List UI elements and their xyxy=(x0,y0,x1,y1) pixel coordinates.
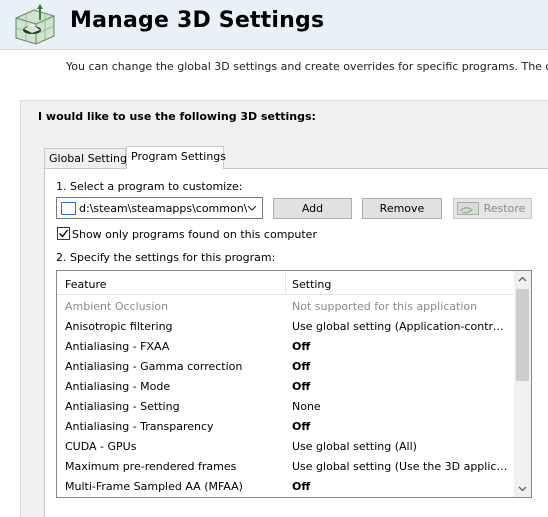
program-dropdown[interactable]: d:\steam\steamapps\common\s... xyxy=(56,197,263,219)
add-button[interactable]: Add xyxy=(273,198,352,219)
feature-cell: Antialiasing - FXAA xyxy=(65,340,170,353)
remove-button[interactable]: Remove xyxy=(362,198,442,219)
scroll-up-arrow-icon[interactable] xyxy=(514,271,531,288)
step1-label: 1. Select a program to customize: xyxy=(56,180,243,193)
table-row[interactable]: Antialiasing - Setting None xyxy=(57,396,513,416)
setting-cell[interactable]: Off xyxy=(292,420,510,433)
setting-cell[interactable]: None xyxy=(292,400,510,413)
feature-cell: Multi-Frame Sampled AA (MFAA) xyxy=(65,480,243,493)
restore-label: Restore xyxy=(483,202,526,215)
column-header-feature[interactable]: Feature xyxy=(65,278,107,291)
selected-program-text: d:\steam\steamapps\common\s... xyxy=(79,202,247,215)
table-row[interactable]: Antialiasing - Mode Off xyxy=(57,376,513,396)
restore-button[interactable]: Restore xyxy=(453,198,532,219)
scrollbar-thumb[interactable] xyxy=(516,289,529,381)
table-row[interactable]: Antialiasing - Gamma correction Off xyxy=(57,356,513,376)
setting-cell[interactable]: Off xyxy=(292,360,510,373)
column-header-setting[interactable]: Setting xyxy=(292,278,331,291)
settings-grid: Feature Setting Ambient Occlusion Not sup… xyxy=(56,270,532,498)
step2-label: 2. Specify the settings for this program… xyxy=(56,251,276,264)
chevron-down-icon xyxy=(247,205,257,211)
show-only-found-checkbox[interactable] xyxy=(57,227,70,240)
setting-cell[interactable]: Use global setting (Application-controll… xyxy=(292,320,510,333)
table-row: Ambient Occlusion Not supported for this … xyxy=(57,296,513,316)
table-row[interactable]: Anisotropic filtering Use global setting … xyxy=(57,316,513,336)
vertical-scrollbar[interactable] xyxy=(514,271,531,497)
panel-heading: I would like to use the following 3D set… xyxy=(38,110,316,123)
column-divider[interactable] xyxy=(285,271,286,295)
nvidia-logo-icon xyxy=(457,202,479,215)
feature-cell: Ambient Occlusion xyxy=(65,300,169,313)
page-description: You can change the global 3D settings an… xyxy=(66,60,548,73)
feature-cell: Anisotropic filtering xyxy=(65,320,173,333)
setting-cell[interactable]: Off xyxy=(292,340,510,353)
table-row[interactable]: Antialiasing - Transparency Off xyxy=(57,416,513,436)
page-header: Manage 3D Settings xyxy=(0,0,548,50)
feature-cell: Antialiasing - Gamma correction xyxy=(65,360,243,373)
feature-cell: Antialiasing - Transparency xyxy=(65,420,214,433)
feature-cell: CUDA - GPUs xyxy=(65,440,137,453)
setting-cell[interactable]: Use global setting (All) xyxy=(292,440,510,453)
setting-cell: Not supported for this application xyxy=(292,300,478,313)
setting-cell[interactable]: Use global setting (Use the 3D applicati… xyxy=(292,460,510,473)
feature-cell: Antialiasing - Mode xyxy=(65,380,171,393)
table-row[interactable]: CUDA - GPUs Use global setting (All) xyxy=(57,436,513,456)
setting-cell[interactable]: Off xyxy=(292,380,510,393)
application-window-icon xyxy=(61,202,76,215)
page-title: Manage 3D Settings xyxy=(70,8,325,33)
grid-header: Feature Setting xyxy=(57,271,513,295)
setting-cell[interactable]: Off xyxy=(292,480,510,493)
3d-cube-icon xyxy=(15,4,55,45)
scroll-down-arrow-icon[interactable] xyxy=(514,480,531,497)
tab-global-settings[interactable]: Global Settings xyxy=(44,148,133,168)
feature-cell: Maximum pre-rendered frames xyxy=(65,460,237,473)
checkmark-icon xyxy=(59,229,69,238)
checkbox-label: Show only programs found on this compute… xyxy=(72,228,317,241)
table-row[interactable]: Multi-Frame Sampled AA (MFAA) Off xyxy=(57,476,513,496)
table-row[interactable]: Antialiasing - FXAA Off xyxy=(57,336,513,356)
tab-program-settings[interactable]: Program Settings xyxy=(126,146,226,169)
grid-rows: Ambient Occlusion Not supported for this … xyxy=(57,296,513,496)
table-row[interactable]: Maximum pre-rendered frames Use global se… xyxy=(57,456,513,476)
feature-cell: Antialiasing - Setting xyxy=(65,400,180,413)
